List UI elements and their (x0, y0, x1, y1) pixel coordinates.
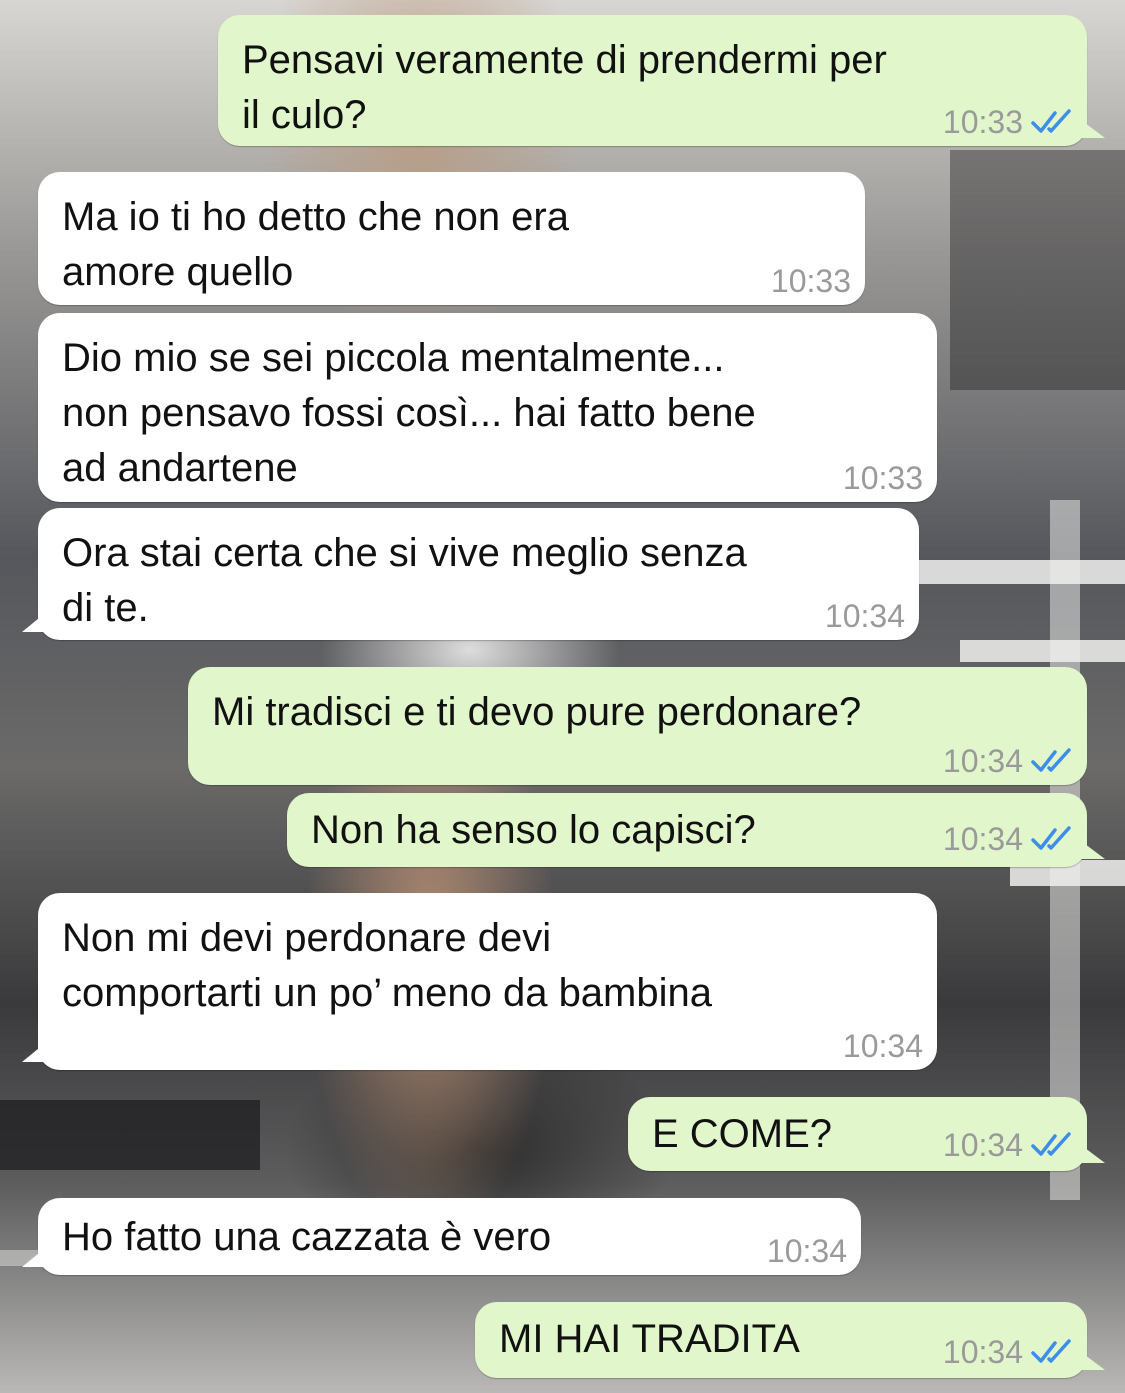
message-incoming[interactable]: Ora stai certa che si vive meglio senza … (22, 508, 919, 640)
message-time: 10:34 (842, 1028, 923, 1064)
message-meta: 10:34 (767, 1231, 847, 1271)
message-incoming[interactable]: Ma io ti ho detto che non era amore quel… (38, 172, 865, 305)
message-outgoing[interactable]: E COME? 10:34 (628, 1097, 1105, 1171)
message-incoming[interactable]: Ho fatto una cazzata è vero 10:34 (22, 1198, 861, 1275)
message-meta: 10:34 (943, 1332, 1075, 1372)
message-meta: 10:34 (943, 741, 1075, 781)
read-ticks-icon (1031, 109, 1071, 133)
message-meta: 10:34 (825, 596, 905, 636)
message-meta: 10:33 (843, 458, 923, 498)
message-time: 10:33 (942, 104, 1023, 140)
bubble-tail (22, 1044, 44, 1062)
read-ticks-icon (1031, 748, 1071, 772)
message-time: 10:34 (942, 743, 1023, 779)
message-text: Pensavi veramente di prendermi per il cu… (242, 38, 887, 137)
bubble-tail (1081, 841, 1105, 859)
message-meta: 10:33 (771, 261, 851, 301)
message-time: 10:33 (842, 460, 923, 496)
message-text: Mi tradisci e ti devo pure perdonare? (212, 690, 862, 734)
bubble-tail (1081, 1352, 1105, 1370)
message-time: 10:33 (770, 263, 851, 299)
message-meta: 10:34 (943, 819, 1075, 859)
message-outgoing[interactable]: Pensavi veramente di prendermi per il cu… (218, 15, 1105, 146)
message-incoming[interactable]: Dio mio se sei piccola mentalmente... no… (38, 313, 937, 502)
message-text: Non mi devi perdonare devi comportarti u… (62, 916, 712, 1015)
message-outgoing[interactable]: Mi tradisci e ti devo pure perdonare? 10… (188, 667, 1087, 785)
message-text: Ora stai certa che si vive meglio senza … (62, 531, 747, 630)
message-incoming[interactable]: Non mi devi perdonare devi comportarti u… (22, 893, 937, 1070)
message-text: Ho fatto una cazzata è vero (62, 1215, 552, 1259)
message-meta: 10:34 (943, 1125, 1075, 1165)
message-time: 10:34 (942, 821, 1023, 857)
read-ticks-icon (1031, 1132, 1071, 1156)
message-outgoing[interactable]: Non ha senso lo capisci? 10:34 (287, 793, 1105, 867)
bubble-tail (22, 614, 44, 632)
bubble-tail (22, 1249, 44, 1267)
bubble-tail (1081, 1145, 1105, 1163)
message-outgoing[interactable]: MI HAI TRADITA 10:34 (475, 1302, 1105, 1378)
message-time: 10:34 (942, 1127, 1023, 1163)
message-meta: 10:34 (843, 1026, 923, 1066)
message-text: Dio mio se sei piccola mentalmente... no… (62, 336, 756, 490)
message-meta: 10:33 (943, 102, 1075, 142)
message-time: 10:34 (942, 1334, 1023, 1370)
bubble-tail (1081, 120, 1105, 138)
message-time: 10:34 (766, 1233, 847, 1269)
read-ticks-icon (1031, 1339, 1071, 1363)
read-ticks-icon (1031, 826, 1071, 850)
message-time: 10:34 (824, 598, 905, 634)
message-text: Ma io ti ho detto che non era amore quel… (62, 195, 569, 294)
